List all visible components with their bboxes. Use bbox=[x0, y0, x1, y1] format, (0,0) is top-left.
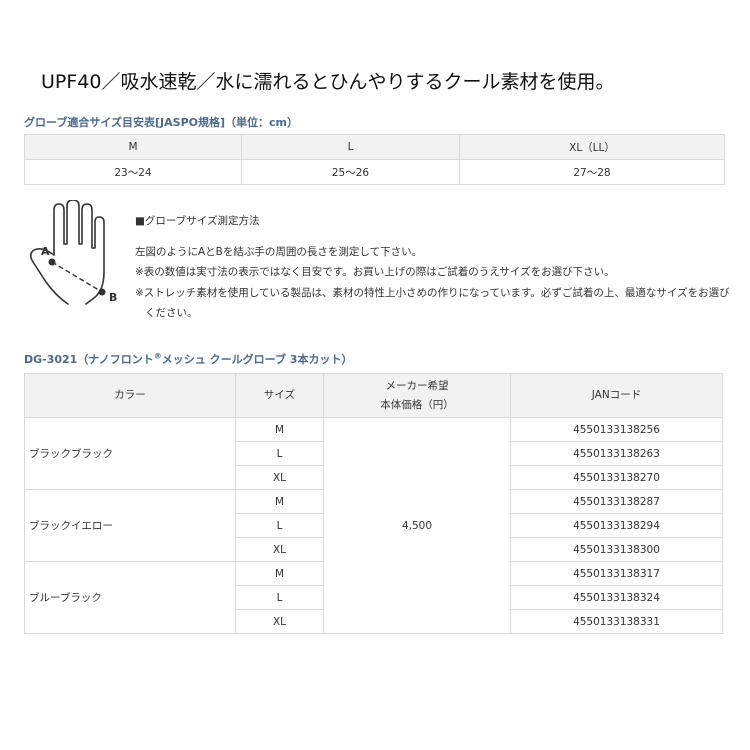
size-header-m: M bbox=[24, 134, 242, 160]
product-title-prefix: DG-3021（ナノフロント bbox=[24, 353, 154, 366]
size-cell: XL bbox=[235, 609, 324, 634]
jan-cell: 4550133138317 bbox=[510, 561, 723, 586]
product-title-suffix: メッシュ クールグローブ 3本カット） bbox=[161, 353, 353, 366]
label-b: B bbox=[109, 291, 117, 304]
size-cell: XL bbox=[235, 537, 324, 562]
registered-mark: ® bbox=[153, 351, 162, 361]
header-size: サイズ bbox=[235, 373, 324, 418]
point-b bbox=[98, 288, 106, 296]
size-cell: M bbox=[235, 561, 324, 586]
color-cell: ブラックイエロー bbox=[24, 489, 236, 562]
size-chart-title: グローブ適合サイズ目安表[JASPO規格]（単位：cm） bbox=[24, 116, 298, 129]
jan-cell: 4550133138263 bbox=[510, 441, 723, 466]
size-cell: M bbox=[235, 417, 324, 442]
product-header-row: カラー サイズ メーカー希望 本体価格（円） JANコード bbox=[24, 373, 723, 418]
color-cell: ブラックブラック bbox=[24, 417, 236, 490]
size-value-l: 25〜26 bbox=[241, 159, 460, 185]
size-cell: L bbox=[235, 513, 324, 538]
header-price-line2: 本体価格（円） bbox=[380, 398, 454, 411]
size-header-l: L bbox=[241, 134, 460, 160]
measure-guide: ■グローブサイズ測定方法 左図のようにAとBを結ぶ手の周囲の長さを測定して下さい… bbox=[135, 211, 735, 324]
jan-cell: 4550133138294 bbox=[510, 513, 723, 538]
color-cell: ブルーブラック bbox=[24, 561, 236, 634]
point-a bbox=[48, 258, 56, 266]
jan-cell: 4550133138270 bbox=[510, 465, 723, 490]
measure-line-3: ※ストレッチ素材を使用している製品は、素材の特性上小さめの作りになっています。必… bbox=[135, 286, 730, 299]
jan-cell: 4550133138287 bbox=[510, 489, 723, 514]
size-value-xl: 27〜28 bbox=[459, 159, 725, 185]
size-chart-table: M L XL（LL） 23〜24 25〜26 27〜28 bbox=[24, 134, 725, 185]
price-cell: 4,500 bbox=[323, 417, 511, 634]
label-a: A bbox=[41, 245, 50, 258]
size-cell: XL bbox=[235, 465, 324, 490]
measure-line-2: ※表の数値は実寸法の表示ではなく目安です。お買い上げの際はご試着のうえサイズをお… bbox=[135, 266, 615, 278]
jan-cell: 4550133138324 bbox=[510, 585, 723, 610]
size-value-m: 23〜24 bbox=[24, 159, 242, 185]
size-header-xl: XL（LL） bbox=[459, 134, 725, 160]
jan-cell: 4550133138256 bbox=[510, 417, 723, 442]
header-jan: JANコード bbox=[510, 373, 723, 418]
size-cell: M bbox=[235, 489, 324, 514]
hand-measure-illustration: A B bbox=[29, 200, 117, 305]
product-table: カラー サイズ メーカー希望 本体価格（円） JANコード ブラックブラック M… bbox=[24, 373, 723, 634]
size-cell: L bbox=[235, 441, 324, 466]
measure-line-3b: ください。 bbox=[145, 307, 198, 319]
measure-line-1: 左図のようにAとBを結ぶ手の周囲の長さを測定して下さい。 bbox=[135, 245, 423, 258]
size-cell: L bbox=[235, 585, 324, 610]
header-price-line1: メーカー希望 bbox=[385, 379, 449, 392]
jan-cell: 4550133138331 bbox=[510, 609, 723, 634]
size-chart-header-row: M L XL（LL） bbox=[24, 134, 725, 160]
size-chart-value-row: 23〜24 25〜26 27〜28 bbox=[24, 159, 725, 185]
jan-cell: 4550133138300 bbox=[510, 537, 723, 562]
headline: UPF40／吸水速乾／水に濡れるとひんやりするクール素材を使用。 bbox=[41, 71, 615, 93]
table-row: ブラックブラック M 4,500 4550133138256 bbox=[24, 417, 723, 634]
header-price: メーカー希望 本体価格（円） bbox=[323, 373, 511, 418]
measure-heading: ■グローブサイズ測定方法 bbox=[135, 215, 260, 227]
product-title: DG-3021（ナノフロント®メッシュ クールグローブ 3本カット） bbox=[24, 351, 352, 367]
measure-line bbox=[51, 261, 103, 293]
header-color: カラー bbox=[24, 373, 236, 418]
